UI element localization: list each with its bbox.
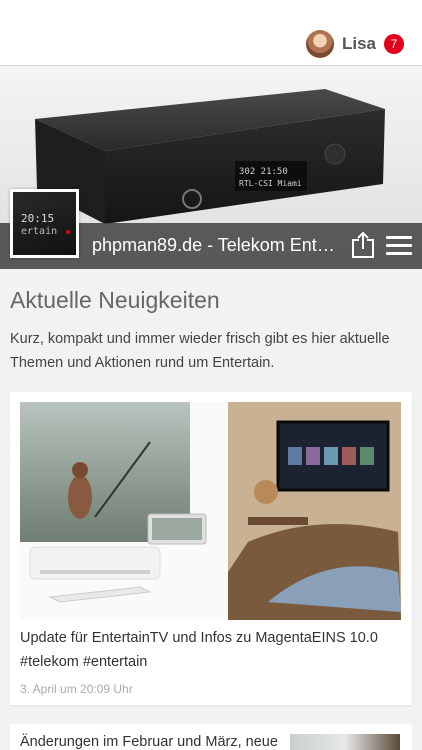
device-display-line1: 302 21:50	[239, 167, 288, 177]
section-title: Aktuelle Neuigkeiten	[10, 287, 220, 313]
hamburger-menu-icon[interactable]	[386, 236, 412, 256]
avatar[interactable]	[305, 30, 334, 58]
share-icon[interactable]	[350, 231, 376, 259]
thumb-text-line2: ertain	[21, 226, 58, 237]
section-description: Kurz, kompakt und immer wieder frisch gi…	[10, 331, 390, 371]
hero-thumbnail: 20:15 ertain	[10, 189, 79, 258]
thumb-text-line1: 20:15	[21, 212, 55, 225]
device-display-line2: RTL-CSI Miami	[239, 179, 302, 188]
post-card[interactable]: Update für EntertainTV und Infos zu Mage…	[10, 392, 412, 705]
hero-banner: 302 21:50 RTL-CSI Miami phpman89.de - Te…	[0, 67, 422, 269]
top-bar: Lisa 7	[0, 0, 422, 66]
post-card[interactable]: Änderungen im Februar und März, neue	[10, 724, 412, 750]
post-title[interactable]: Änderungen im Februar und März, neue	[20, 734, 280, 750]
user-menu[interactable]: Lisa 7	[305, 28, 404, 60]
post-date: 3. April um 20:09 Uhr	[20, 682, 133, 696]
post-image-right	[228, 402, 401, 620]
user-name[interactable]: Lisa	[342, 34, 376, 54]
post-title[interactable]: Update für EntertainTV und Infos zu Mage…	[20, 626, 400, 674]
post-image[interactable]	[20, 402, 401, 620]
page-title: phpman89.de - Telekom Entertain	[92, 235, 342, 255]
receiver-image: 302 21:50 RTL-CSI Miami	[35, 89, 385, 224]
post-image[interactable]	[290, 734, 400, 750]
post-image-left	[20, 402, 228, 620]
notification-badge[interactable]: 7	[384, 34, 404, 54]
